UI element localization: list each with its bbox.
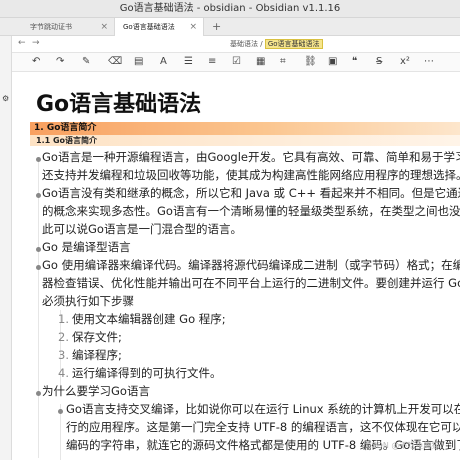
list-item-text: 还支持并发编程和垃圾回收等功能，使其成为构建高性能网络应用程序的理想选择。 bbox=[42, 168, 460, 182]
code-icon[interactable]: ⌗ bbox=[280, 56, 286, 67]
back-arrow-icon[interactable]: ← bbox=[18, 38, 26, 48]
window-title-bar: Go语言基础语法 - obsidian - Obsidian v1.1.16 bbox=[0, 0, 460, 18]
bullet-marker bbox=[36, 265, 41, 270]
new-tab-icon[interactable]: + bbox=[212, 18, 221, 36]
view-header: ← → 基础语法 / Go语言基础语法 bbox=[12, 36, 460, 52]
list-item-text: Go 使用编译器来编译代码。编译器将源代码编译成二进制（或字节码）格式；在编 bbox=[42, 258, 460, 272]
breadcrumb-current[interactable]: Go语言基础语法 bbox=[264, 39, 323, 49]
note-title: Go语言基础语法 bbox=[36, 92, 202, 117]
numbered-list-icon[interactable]: ≡ bbox=[208, 56, 216, 67]
heading-1: 1. Go语言简介 bbox=[34, 123, 97, 133]
ordered-list-number: 4. bbox=[58, 366, 69, 380]
tab-certificate[interactable]: 字节跳动证书 × bbox=[22, 18, 114, 36]
tab-go-basics[interactable]: Go语言基础语法 × bbox=[114, 18, 204, 36]
settings-icon[interactable]: ⚙ bbox=[2, 94, 9, 103]
bullet-marker bbox=[36, 157, 41, 162]
bulleted-list-icon[interactable]: ☰ bbox=[184, 56, 193, 67]
bullet-marker bbox=[36, 193, 41, 198]
tab-label: 字节跳动证书 bbox=[30, 23, 72, 31]
list-item-text: 行的应用程序。这是第一门完全支持 UTF-8 的编程语言，这不仅体现在它可以 bbox=[66, 420, 460, 434]
checklist-icon[interactable]: ☑ bbox=[232, 56, 241, 67]
indent-guide bbox=[38, 158, 39, 458]
ordered-list-item: 运行编译得到的可执行文件。 bbox=[72, 366, 222, 380]
more-icon[interactable]: ⋯ bbox=[424, 56, 434, 67]
redo-icon[interactable]: ↷ bbox=[56, 56, 64, 67]
breadcrumb: 基础语法 / Go语言基础语法 bbox=[230, 39, 323, 49]
tab-label: Go语言基础语法 bbox=[123, 23, 175, 31]
bullet-marker bbox=[36, 391, 41, 396]
list-item-text: 的概念来实现多态性。Go语言有一个清晰易懂的轻量级类型系统，在类型之间也没有 bbox=[42, 204, 460, 218]
bullet-marker bbox=[36, 247, 41, 252]
ordered-list-number: 2. bbox=[58, 330, 69, 344]
clear-format-icon[interactable]: ⌫ bbox=[108, 56, 122, 67]
ordered-list-number: 1. bbox=[58, 312, 69, 326]
font-color-icon[interactable]: A bbox=[160, 56, 167, 67]
heading-2-highlight: 1.1 Go语言简介 bbox=[30, 135, 460, 146]
bullet-marker bbox=[58, 409, 63, 414]
breadcrumb-separator: / bbox=[260, 40, 263, 48]
list-item-text: Go语言是一种开源编程语言，由Google开发。它具有高效、可靠、简单和易于学习… bbox=[42, 150, 460, 164]
list-item-text: 此可以说Go语言是一门混合型的语言。 bbox=[42, 222, 242, 236]
editor-pane[interactable]: Go语言基础语法 1. Go语言简介 1.1 Go语言简介 Go语言是一种开源编… bbox=[12, 72, 460, 460]
tab-bar: 字节跳动证书 × Go语言基础语法 × + bbox=[0, 18, 460, 36]
list-item-text: Go语言没有类和继承的概念，所以它和 Java 或 C++ 看起来并不相同。但是… bbox=[42, 186, 460, 200]
paint-icon[interactable]: ✎ bbox=[82, 56, 90, 67]
left-ribbon: ⚙ bbox=[0, 36, 12, 460]
watermark: CSDN @不吃鱼的猫 bbox=[366, 441, 440, 450]
strikethrough-icon[interactable]: S̶ bbox=[376, 56, 382, 67]
forward-arrow-icon[interactable]: → bbox=[32, 38, 40, 48]
list-item-text: Go 是编译型语言 bbox=[42, 240, 131, 254]
heading-1-highlight: 1. Go语言简介 bbox=[30, 122, 460, 135]
ordered-list-number: 3. bbox=[58, 348, 69, 362]
ordered-list-item: 使用文本编辑器创建 Go 程序; bbox=[72, 312, 226, 326]
close-icon[interactable]: × bbox=[189, 18, 197, 36]
editing-toolbar: ↶ ↷ ✎ ⌫ ▤ A ☰ ≡ ☑ ▦ ⌗ ⛓ ▣ ❝ S̶ x² ⋯ bbox=[12, 52, 460, 72]
link-icon[interactable]: ⛓ bbox=[304, 56, 317, 67]
ordered-list-item: 编译程序; bbox=[72, 348, 122, 362]
ordered-list-item: 保存文件; bbox=[72, 330, 122, 344]
list-item-text: 器检查错误、优化性能并输出可在不同平台上运行的二进制文件。要创建并运行 Go bbox=[42, 276, 460, 290]
table-icon[interactable]: ▦ bbox=[256, 56, 265, 67]
list-item-text: Go语言支持交叉编译，比如说你可以在运行 Linux 系统的计算机上开发可以在 bbox=[66, 402, 460, 416]
undo-icon[interactable]: ↶ bbox=[32, 56, 40, 67]
window-title: Go语言基础语法 - obsidian - Obsidian v1.1.16 bbox=[119, 3, 341, 14]
image-icon[interactable]: ▣ bbox=[328, 56, 337, 67]
quote-icon[interactable]: ❝ bbox=[352, 56, 357, 67]
highlight-icon[interactable]: ▤ bbox=[134, 56, 143, 67]
close-icon[interactable]: × bbox=[100, 18, 108, 36]
superscript-icon[interactable]: x² bbox=[400, 56, 410, 67]
list-item-text: 必须执行如下步骤 bbox=[42, 294, 134, 308]
list-item-text: 为什么要学习Go语言 bbox=[42, 384, 150, 398]
heading-2: 1.1 Go语言简介 bbox=[36, 136, 98, 145]
breadcrumb-parent[interactable]: 基础语法 bbox=[230, 40, 258, 48]
